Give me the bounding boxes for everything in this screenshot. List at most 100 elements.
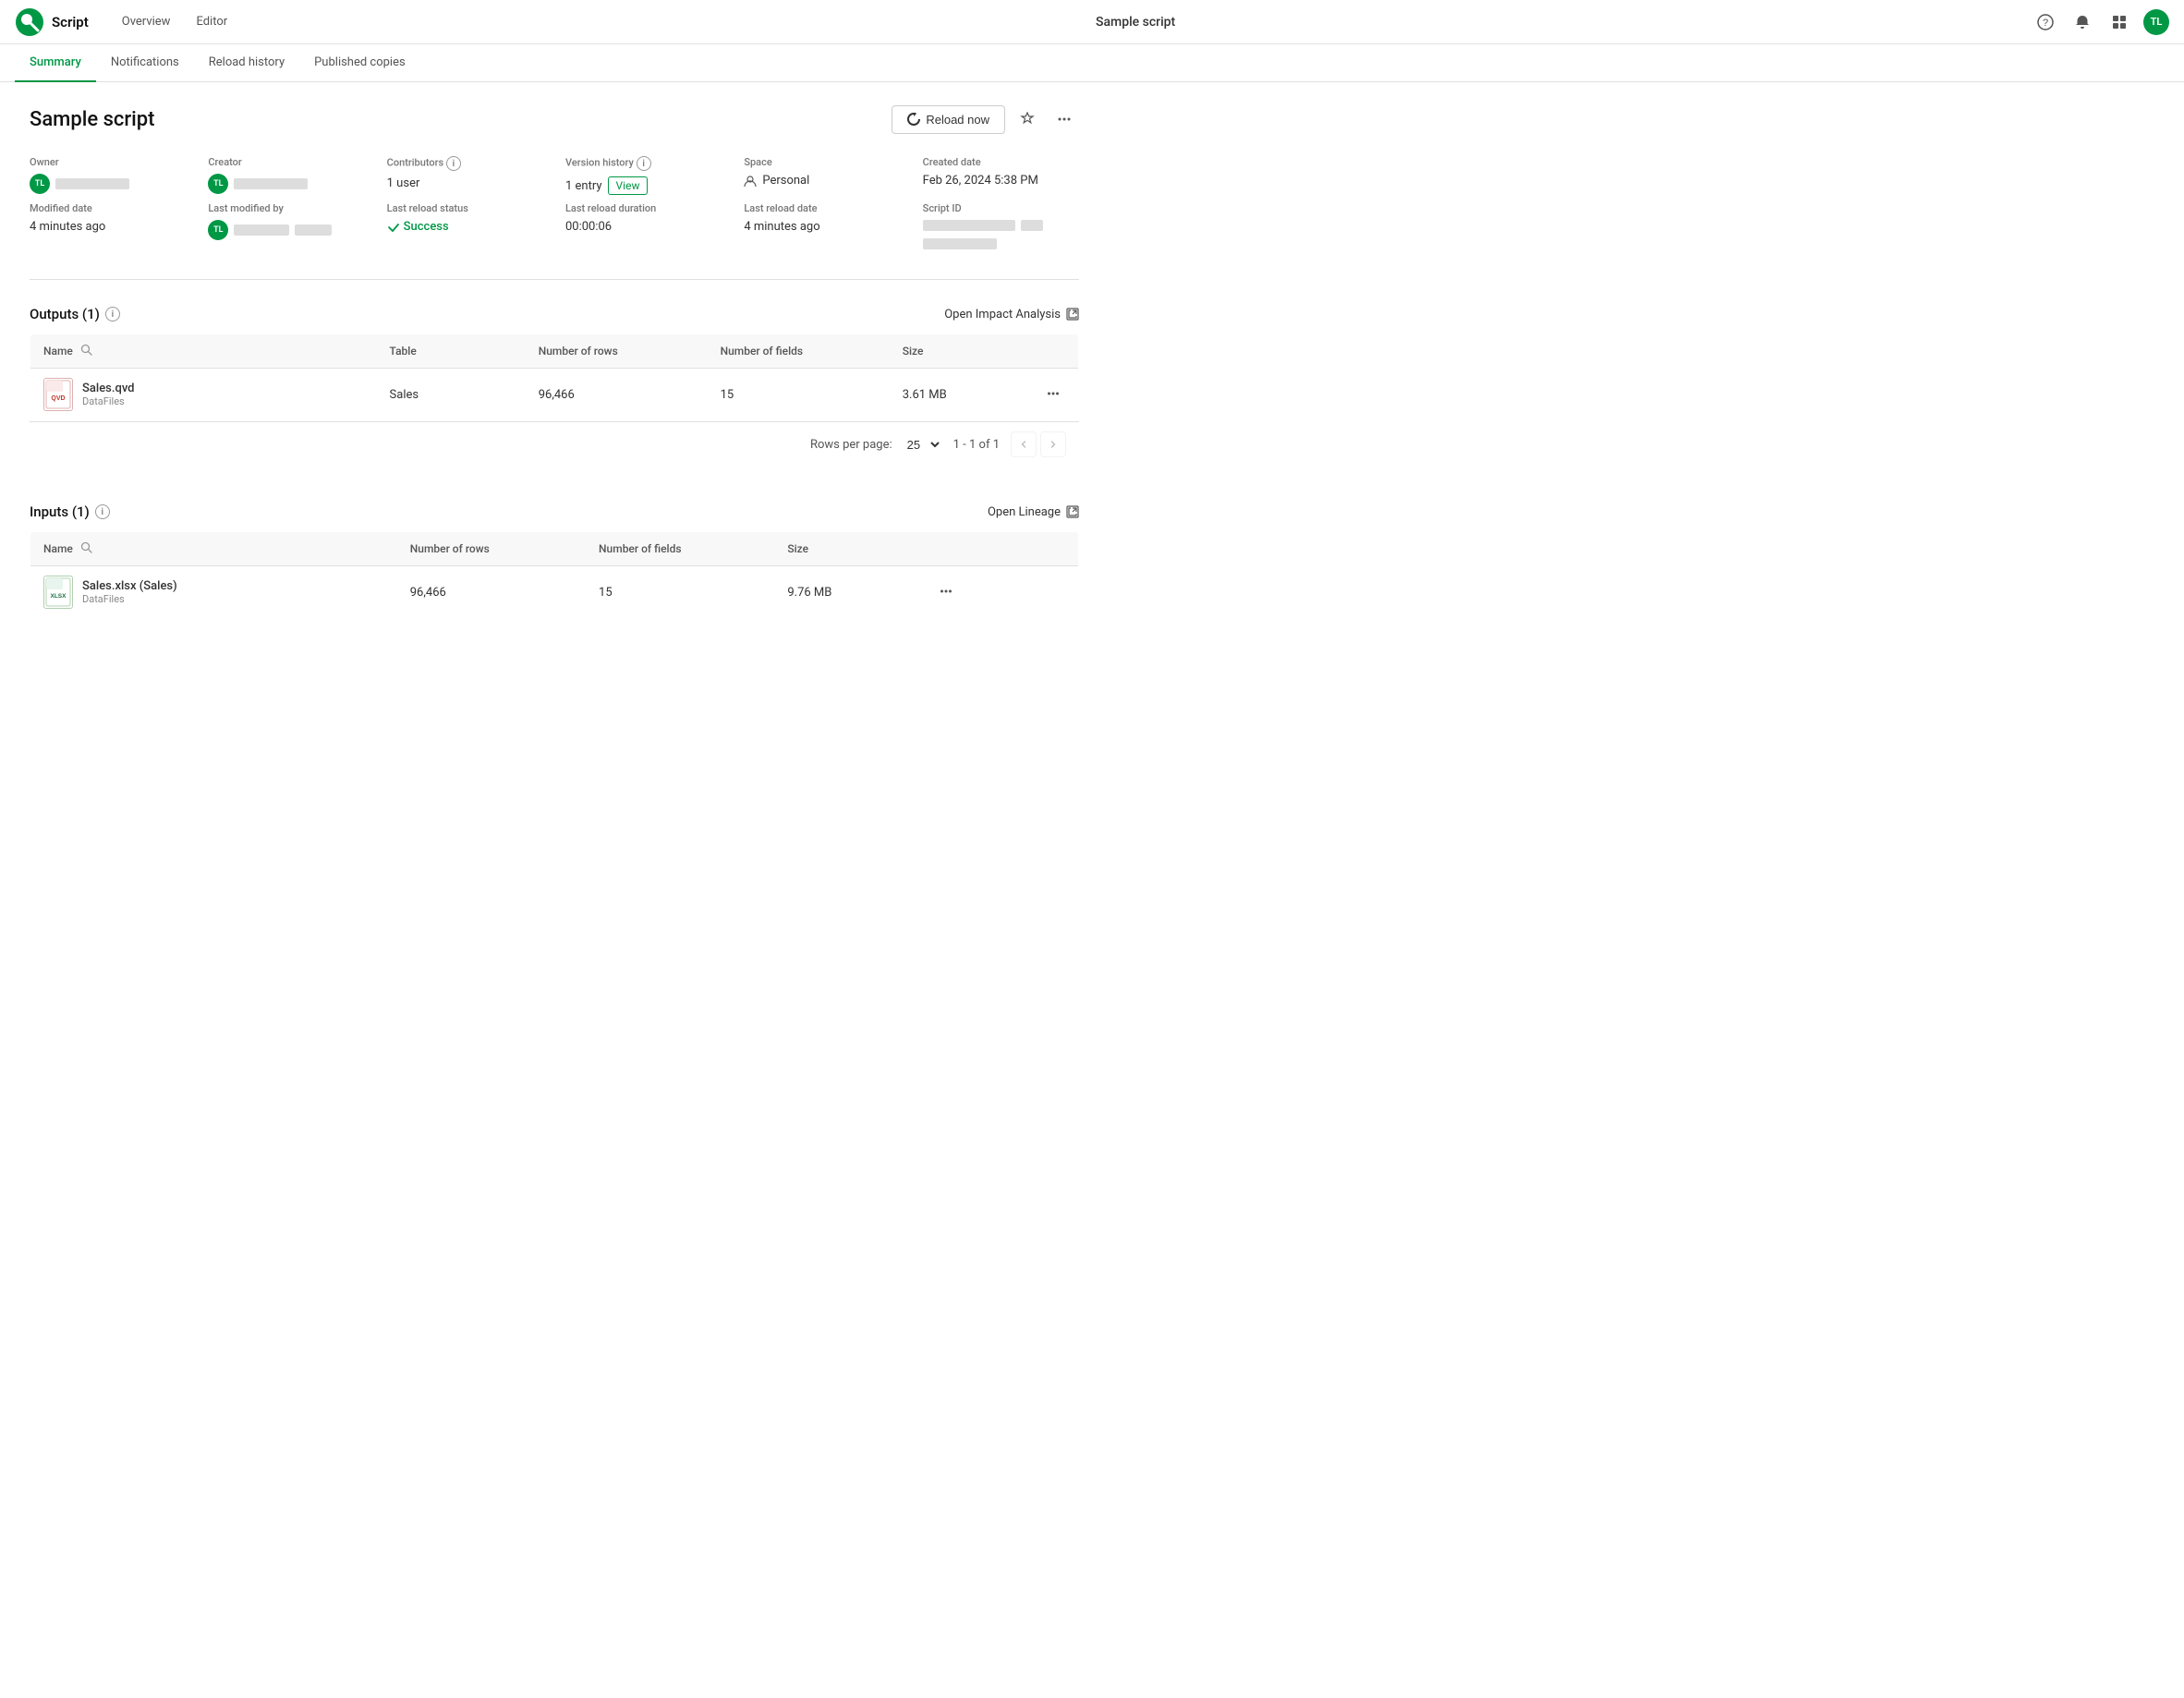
outputs-table-header-row: Name Table Number of rows Number of fiel… [30,334,1079,369]
outputs-th-rows: Number of rows [526,334,708,369]
outputs-section: Outputs (1) i Open Impact Analysis Name [30,306,1079,467]
outputs-file-name: Sales.qvd [82,382,135,395]
xlsx-file-icon: XLSX [43,576,73,609]
outputs-th-name: Name [30,334,377,369]
outputs-name-search-icon[interactable] [80,344,92,358]
inputs-file-name: Sales.xlsx (Sales) [82,579,177,593]
meta-last-reload-date-value: 4 minutes ago [744,220,900,234]
outputs-section-header: Outputs (1) i Open Impact Analysis [30,306,1079,322]
meta-last-modified-by: Last modified by TL [208,202,364,249]
metadata-row2: Modified date 4 minutes ago Last modifie… [30,202,1079,249]
contributors-info-icon: i [446,156,461,171]
meta-created-date-value: Feb 26, 2024 5:38 PM [923,174,1079,188]
inputs-th-actions [921,532,1078,566]
version-view-link[interactable]: View [608,176,649,195]
tab-summary[interactable]: Summary [15,44,96,82]
outputs-row-num-rows: 96,466 [526,369,708,421]
metadata-row1: Owner TL Creator TL Contributors i 1 use… [30,156,1079,195]
nav-overview[interactable]: Overview [111,9,182,34]
rows-per-page-select[interactable]: 25 50 100 [904,437,942,453]
creator-name-blur [234,178,308,189]
meta-owner: Owner TL [30,156,186,195]
inputs-th-fields: Number of fields [586,532,774,566]
inputs-table-header-row: Name Number of rows Number of fields Siz… [30,532,1079,566]
tab-notifications[interactable]: Notifications [96,44,194,82]
reload-icon [907,113,920,126]
outputs-th-actions [1028,334,1079,369]
app-center-title: Sample script [238,15,2032,30]
inputs-th-name: Name [30,532,397,566]
inputs-row-num-fields: 15 [586,566,774,619]
impact-external-icon [1066,308,1079,321]
meta-last-reload-date: Last reload date 4 minutes ago [744,202,900,249]
svg-text:QVD: QVD [51,395,65,402]
script-id-blur3 [923,238,997,249]
checkmark-icon [387,221,400,234]
help-icon[interactable]: ? [2032,9,2058,35]
tab-reload-history[interactable]: Reload history [194,44,299,82]
grid-icon[interactable] [2106,9,2132,35]
open-impact-analysis-button[interactable]: Open Impact Analysis [944,308,1079,321]
outputs-row-num-fields: 15 [708,369,890,421]
person-icon [744,175,757,188]
pagination-next-button[interactable] [1040,431,1066,457]
user-avatar[interactable]: TL [2143,9,2169,35]
creator-avatar: TL [208,174,228,194]
lineage-external-icon [1066,505,1079,518]
inputs-table: Name Number of rows Number of fields Siz… [30,531,1079,619]
meta-reload-status-value: Success [387,220,543,234]
outputs-row-name: QVD Sales.qvd DataFiles [30,369,377,421]
meta-script-id-value [923,220,1079,231]
meta-space-value: Personal [744,174,900,188]
main-content: Sample script Reload now Owner TL [0,82,1109,641]
nav-editor[interactable]: Editor [185,9,238,34]
outputs-file-subfolder: DataFiles [82,395,135,407]
last-modifier-avatar: TL [208,220,228,240]
meta-version-history: Version history i 1 entry View [565,156,722,195]
page-title: Sample script [30,108,154,131]
outputs-section-title: Outputs (1) i [30,306,120,322]
tab-published-copies[interactable]: Published copies [299,44,420,82]
version-info-icon: i [637,156,651,171]
inputs-file-subfolder: DataFiles [82,593,177,605]
table-row: XLSX Sales.xlsx (Sales) DataFiles 96,466… [30,566,1079,619]
inputs-name-search-icon[interactable] [80,541,92,556]
meta-modified-date-value: 4 minutes ago [30,220,186,234]
meta-contributors: Contributors i 1 user [387,156,543,195]
outputs-row-size: 3.61 MB [890,369,1028,421]
outputs-th-fields: Number of fields [708,334,890,369]
meta-creator-value: TL [208,174,364,194]
qvd-file-icon: QVD [43,378,73,411]
inputs-info-icon: i [95,504,110,519]
app-name: Script [52,14,89,30]
outputs-row-actions [1028,369,1079,421]
meta-space: Space Personal [744,156,900,195]
inputs-row-num-rows: 96,466 [397,566,586,619]
tabs-bar: Summary Notifications Reload history Pub… [0,44,2184,82]
meta-script-id: Script ID [923,202,1079,249]
meta-created-date: Created date Feb 26, 2024 5:38 PM [923,156,1079,195]
topbar-actions: ? TL [2032,9,2169,35]
pagination-count: 1 - 1 of 1 [953,438,1000,452]
pagination-nav [1011,431,1066,457]
qlik-logo[interactable] [15,7,44,37]
reload-now-button[interactable]: Reload now [892,105,1005,134]
inputs-row-more-button[interactable] [934,581,958,604]
meta-creator: Creator TL [208,156,364,195]
open-lineage-button[interactable]: Open Lineage [988,505,1079,519]
notifications-icon[interactable] [2069,9,2095,35]
top-nav: Overview Editor [111,9,238,34]
outputs-row-more-button[interactable] [1041,383,1065,406]
outputs-info-icon: i [105,307,120,321]
inputs-row-name: XLSX Sales.xlsx (Sales) DataFiles [30,566,397,619]
inputs-row-actions [921,566,1078,619]
outputs-row-table: Sales [377,369,526,421]
divider [30,279,1079,280]
page-header: Sample script Reload now [30,104,1079,134]
meta-version-value: 1 entry View [565,176,722,195]
meta-owner-value: TL [30,174,186,194]
pagination-prev-button[interactable] [1011,431,1037,457]
outputs-th-table: Table [377,334,526,369]
more-options-button[interactable] [1050,104,1079,134]
star-button[interactable] [1013,104,1042,134]
